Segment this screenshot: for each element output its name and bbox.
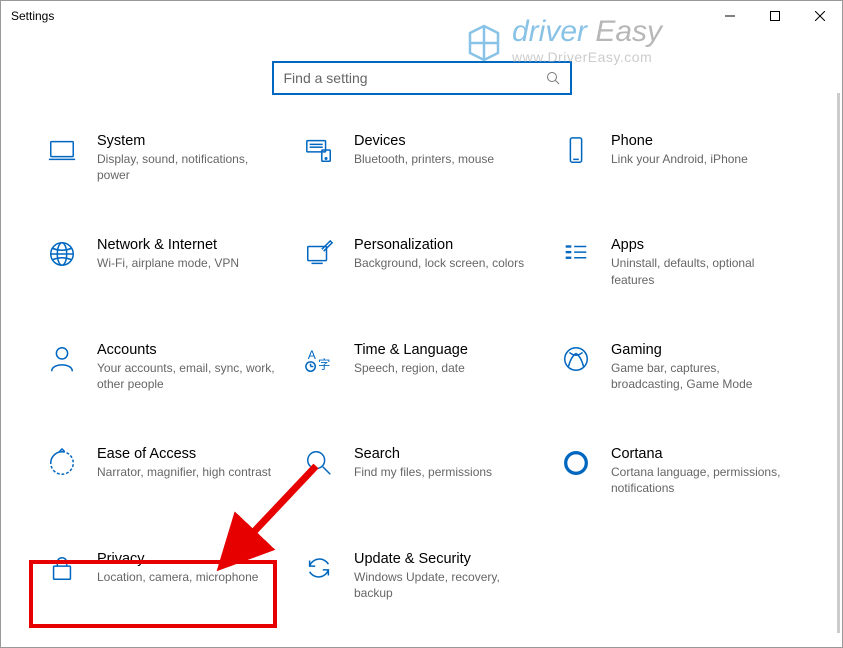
minimize-icon	[725, 11, 735, 21]
maximize-button[interactable]	[752, 1, 797, 31]
tile-title: Network & Internet	[97, 237, 276, 253]
scrollbar[interactable]	[837, 93, 840, 633]
tile-title: Personalization	[354, 237, 533, 253]
search-box[interactable]	[272, 61, 572, 95]
tile-search[interactable]: Search Find my files, permissions	[298, 438, 545, 504]
devices-icon	[302, 133, 336, 167]
xbox-icon	[559, 342, 593, 376]
tile-cortana[interactable]: Cortana Cortana language, permissions, no…	[555, 438, 802, 504]
tile-title: Apps	[611, 237, 790, 253]
search-input[interactable]	[284, 70, 546, 86]
settings-grid: System Display, sound, notifications, pow…	[1, 95, 842, 629]
tile-ease-of-access[interactable]: Ease of Access Narrator, magnifier, high …	[41, 438, 288, 504]
tile-title: System	[97, 133, 276, 149]
tile-desc: Cortana language, permissions, notificat…	[611, 464, 790, 496]
paint-icon	[302, 237, 336, 271]
tile-title: Cortana	[611, 446, 790, 462]
tile-accounts[interactable]: Accounts Your accounts, email, sync, work…	[41, 334, 288, 400]
close-button[interactable]	[797, 1, 842, 31]
tile-title: Update & Security	[354, 551, 533, 567]
tile-desc: Bluetooth, printers, mouse	[354, 151, 533, 167]
search-icon	[546, 71, 560, 85]
lock-icon	[45, 551, 79, 585]
tile-desc: Narrator, magnifier, high contrast	[97, 464, 276, 480]
tile-desc: Uninstall, defaults, optional features	[611, 255, 790, 287]
tile-phone[interactable]: Phone Link your Android, iPhone	[555, 125, 802, 191]
system-icon	[45, 133, 79, 167]
ease-icon	[45, 446, 79, 480]
phone-icon	[559, 133, 593, 167]
tile-desc: Display, sound, notifications, power	[97, 151, 276, 183]
time-language-icon: A字	[302, 342, 336, 376]
magnifier-icon	[302, 446, 336, 480]
tile-title: Privacy	[97, 551, 276, 567]
tile-desc: Your accounts, email, sync, work, other …	[97, 360, 276, 392]
tile-desc: Background, lock screen, colors	[354, 255, 533, 271]
tile-network[interactable]: Network & Internet Wi-Fi, airplane mode, …	[41, 229, 288, 295]
tile-time-language[interactable]: A字 Time & Language Speech, region, date	[298, 334, 545, 400]
tile-privacy[interactable]: Privacy Location, camera, microphone	[41, 543, 288, 609]
tile-desc: Windows Update, recovery, backup	[354, 569, 533, 601]
tile-title: Accounts	[97, 342, 276, 358]
tile-desc: Location, camera, microphone	[97, 569, 276, 585]
svg-text:A: A	[308, 348, 317, 362]
tile-desc: Wi-Fi, airplane mode, VPN	[97, 255, 276, 271]
maximize-icon	[770, 11, 780, 21]
tile-title: Phone	[611, 133, 790, 149]
minimize-button[interactable]	[707, 1, 752, 31]
titlebar: Settings	[1, 1, 842, 31]
tile-desc: Find my files, permissions	[354, 464, 533, 480]
tile-personalization[interactable]: Personalization Background, lock screen, …	[298, 229, 545, 295]
window-controls	[707, 1, 842, 31]
tile-title: Search	[354, 446, 533, 462]
tile-title: Ease of Access	[97, 446, 276, 462]
close-icon	[815, 11, 825, 21]
person-icon	[45, 342, 79, 376]
tile-desc: Game bar, captures, broadcasting, Game M…	[611, 360, 790, 392]
apps-icon	[559, 237, 593, 271]
tile-title: Devices	[354, 133, 533, 149]
window-title: Settings	[11, 9, 707, 23]
tile-update-security[interactable]: Update & Security Windows Update, recover…	[298, 543, 545, 609]
search-container	[1, 61, 842, 95]
svg-text:字: 字	[318, 356, 330, 371]
tile-desc: Link your Android, iPhone	[611, 151, 790, 167]
sync-icon	[302, 551, 336, 585]
tile-gaming[interactable]: Gaming Game bar, captures, broadcasting, …	[555, 334, 802, 400]
tile-apps[interactable]: Apps Uninstall, defaults, optional featur…	[555, 229, 802, 295]
tile-system[interactable]: System Display, sound, notifications, pow…	[41, 125, 288, 191]
tile-title: Time & Language	[354, 342, 533, 358]
globe-icon	[45, 237, 79, 271]
tile-title: Gaming	[611, 342, 790, 358]
tile-devices[interactable]: Devices Bluetooth, printers, mouse	[298, 125, 545, 191]
cortana-icon	[559, 446, 593, 480]
tile-desc: Speech, region, date	[354, 360, 533, 376]
